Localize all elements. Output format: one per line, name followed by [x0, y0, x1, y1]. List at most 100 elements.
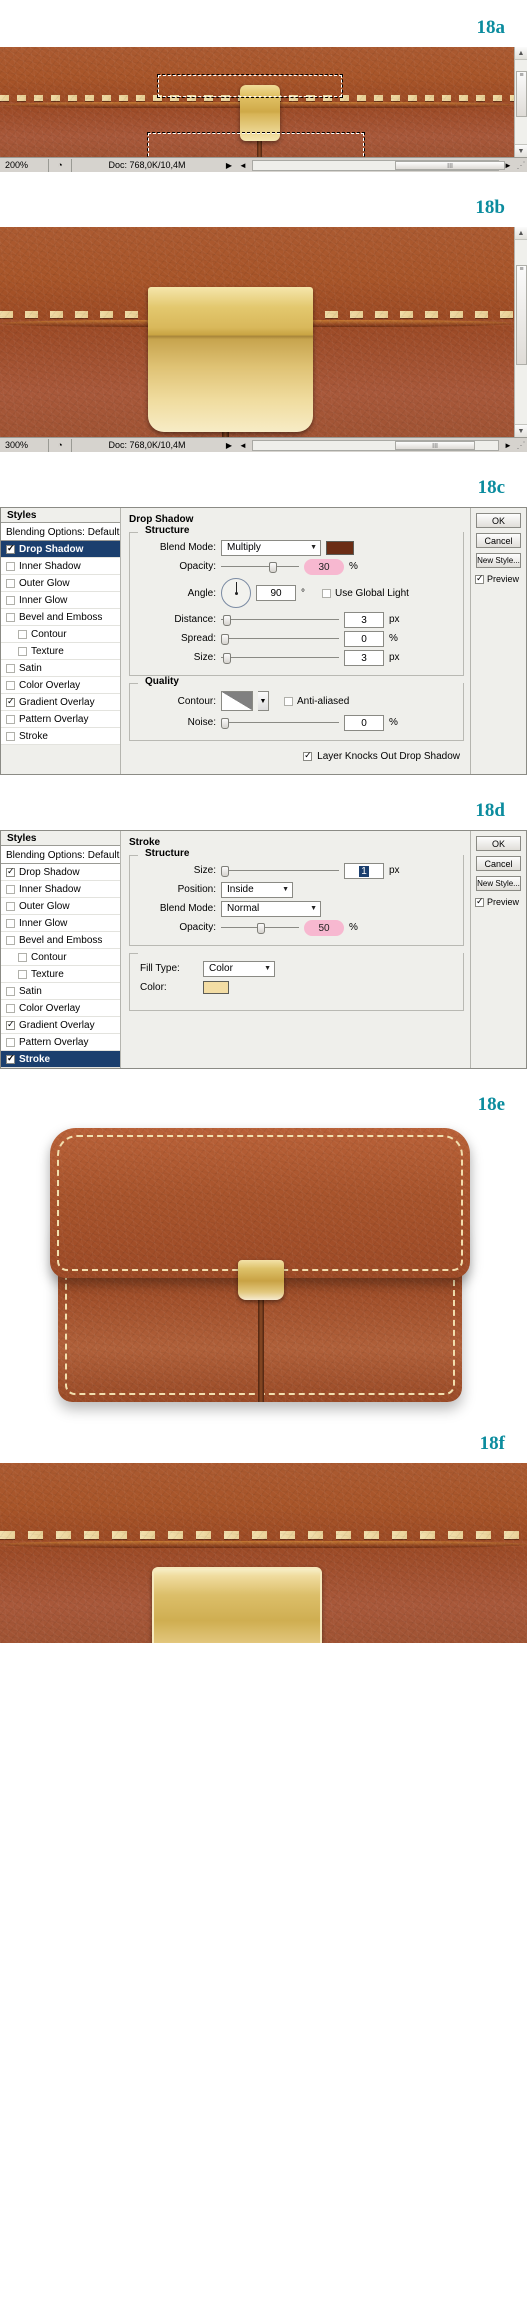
- scroll-up-icon[interactable]: ▲: [515, 227, 527, 240]
- style-row-bevel-emboss-d[interactable]: Bevel and Emboss: [1, 932, 120, 949]
- cancel-button-c[interactable]: Cancel: [476, 533, 521, 548]
- checkbox-icon[interactable]: [6, 986, 15, 996]
- checkbox-icon[interactable]: [6, 714, 15, 724]
- checkbox-icon[interactable]: [6, 1003, 15, 1013]
- hscroll-thumb-18a[interactable]: III: [395, 160, 506, 170]
- stroke-blend-mode-select[interactable]: Normal ▼: [221, 900, 321, 917]
- checkbox-icon[interactable]: [6, 1037, 15, 1047]
- knocks-out-row[interactable]: Layer Knocks Out Drop Shadow: [129, 747, 464, 766]
- canvas-vscrollbar-18b[interactable]: ▲ ≡ ▼: [514, 227, 527, 437]
- use-global-light-row[interactable]: Use Global Light: [322, 588, 409, 599]
- style-row-color-overlay-d[interactable]: Color Overlay: [1, 1000, 120, 1017]
- slider-knob[interactable]: [223, 652, 231, 664]
- style-row-stroke-c[interactable]: Stroke: [1, 728, 120, 745]
- style-row-bevel-emboss-c[interactable]: Bevel and Emboss: [1, 609, 120, 626]
- fill-type-select[interactable]: Color ▼: [203, 960, 275, 977]
- slider-knob[interactable]: [221, 633, 229, 645]
- resize-grip-18a[interactable]: ⋰: [515, 160, 527, 171]
- distance-slider[interactable]: [221, 612, 339, 628]
- hscrollbar-18b[interactable]: III: [252, 439, 499, 451]
- checkbox-icon[interactable]: [6, 1019, 15, 1030]
- size-slider[interactable]: [221, 650, 339, 666]
- hscroll-thumb-18b[interactable]: III: [395, 440, 476, 450]
- spread-value[interactable]: 0: [344, 630, 384, 647]
- checkbox-icon[interactable]: [6, 612, 15, 622]
- opacity-slider[interactable]: [221, 559, 299, 575]
- stroke-opacity-value[interactable]: 50: [304, 919, 344, 936]
- stroke-position-select[interactable]: Inside ▼: [221, 881, 293, 898]
- doc-info-arrow-18a[interactable]: ▶: [222, 161, 236, 170]
- preview-checkbox-row-c[interactable]: Preview: [475, 573, 522, 584]
- checkbox-icon[interactable]: [18, 969, 27, 979]
- scroll-down-icon[interactable]: ▼: [515, 144, 527, 157]
- style-row-pattern-overlay-d[interactable]: Pattern Overlay: [1, 1034, 120, 1051]
- stroke-size-slider[interactable]: [221, 863, 339, 879]
- scroll-down-icon[interactable]: ▼: [515, 424, 527, 437]
- style-row-contour-c[interactable]: Contour: [1, 626, 120, 643]
- checkbox-icon[interactable]: [6, 663, 15, 673]
- angle-dial[interactable]: [221, 578, 251, 608]
- resize-grip-18b[interactable]: ⋰: [515, 440, 527, 451]
- contour-preview[interactable]: [221, 691, 253, 711]
- checkbox-icon[interactable]: [6, 561, 15, 571]
- canvas-18b[interactable]: [0, 227, 514, 437]
- checkbox-icon[interactable]: [475, 573, 484, 584]
- hscroll-left-arrow-18b[interactable]: ◄: [236, 441, 250, 450]
- angle-value[interactable]: 90: [256, 585, 296, 601]
- stroke-opacity-slider[interactable]: [221, 920, 299, 936]
- style-row-texture-d[interactable]: Texture: [1, 966, 120, 983]
- noise-slider[interactable]: [221, 715, 339, 731]
- hscrollbar-18a[interactable]: III: [252, 159, 506, 171]
- size-value[interactable]: 3: [344, 649, 384, 666]
- checkbox-icon[interactable]: [18, 629, 27, 639]
- blending-options-row-d[interactable]: Blending Options: Default: [1, 847, 120, 864]
- style-row-satin-c[interactable]: Satin: [1, 660, 120, 677]
- slider-knob[interactable]: [269, 561, 277, 573]
- checkbox-icon[interactable]: [6, 578, 15, 588]
- blend-mode-select[interactable]: Multiply ▼: [221, 539, 321, 556]
- style-row-inner-shadow-c[interactable]: Inner Shadow: [1, 558, 120, 575]
- vscroll-thumb-18a[interactable]: ≡: [516, 71, 527, 117]
- style-row-outer-glow-d[interactable]: Outer Glow: [1, 898, 120, 915]
- checkbox-icon[interactable]: [18, 952, 27, 962]
- style-row-outer-glow-c[interactable]: Outer Glow: [1, 575, 120, 592]
- canvas-18a[interactable]: [0, 47, 514, 157]
- vscroll-thumb-18b[interactable]: ≡: [516, 265, 527, 365]
- zoom-level-18b[interactable]: 300%: [0, 440, 48, 450]
- style-row-color-overlay-c[interactable]: Color Overlay: [1, 677, 120, 694]
- checkbox-icon[interactable]: [6, 884, 15, 894]
- ok-button-d[interactable]: OK: [476, 836, 521, 851]
- slider-knob[interactable]: [221, 865, 229, 877]
- ok-button-c[interactable]: OK: [476, 513, 521, 528]
- checkbox-icon[interactable]: [6, 935, 15, 945]
- checkbox-icon[interactable]: [6, 918, 15, 928]
- style-row-gradient-overlay-d[interactable]: Gradient Overlay: [1, 1017, 120, 1034]
- style-row-pattern-overlay-c[interactable]: Pattern Overlay: [1, 711, 120, 728]
- shadow-color-swatch[interactable]: [326, 540, 354, 555]
- slider-knob[interactable]: [223, 614, 231, 626]
- style-row-inner-glow-c[interactable]: Inner Glow: [1, 592, 120, 609]
- opacity-value[interactable]: 30: [304, 558, 344, 575]
- checkbox-icon[interactable]: [303, 750, 313, 761]
- selection-marquee-top[interactable]: [157, 74, 343, 98]
- checkbox-icon[interactable]: [6, 901, 15, 911]
- checkbox-icon[interactable]: [322, 588, 331, 598]
- stroke-color-swatch[interactable]: [203, 981, 229, 994]
- noise-value[interactable]: 0: [344, 714, 384, 731]
- spread-slider[interactable]: [221, 631, 339, 647]
- cancel-button-d[interactable]: Cancel: [476, 856, 521, 871]
- checkbox-icon[interactable]: [6, 731, 15, 741]
- checkbox-icon[interactable]: [6, 543, 15, 554]
- style-row-stroke-d[interactable]: Stroke: [1, 1051, 120, 1068]
- style-row-drop-shadow-d[interactable]: Drop Shadow: [1, 864, 120, 881]
- hscroll-right-arrow-18b[interactable]: ►: [501, 441, 515, 450]
- style-row-contour-d[interactable]: Contour: [1, 949, 120, 966]
- style-row-gradient-overlay-c[interactable]: Gradient Overlay: [1, 694, 120, 711]
- checkbox-icon[interactable]: [18, 646, 27, 656]
- checkbox-icon[interactable]: [6, 680, 15, 690]
- new-style-button-d[interactable]: New Style...: [476, 876, 521, 891]
- style-row-satin-d[interactable]: Satin: [1, 983, 120, 1000]
- preview-checkbox-row-d[interactable]: Preview: [475, 896, 522, 907]
- checkbox-icon[interactable]: [6, 595, 15, 605]
- scroll-up-icon[interactable]: ▲: [515, 47, 527, 60]
